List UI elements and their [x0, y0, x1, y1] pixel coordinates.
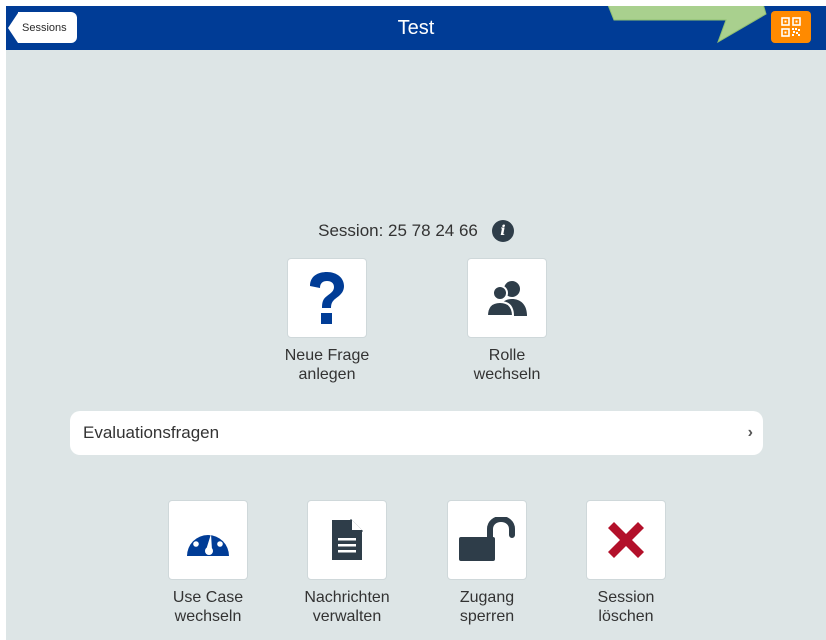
delete-x-icon [608, 522, 644, 558]
evaluation-questions-label: Evaluationsfragen [83, 423, 220, 442]
chevron-right-icon: › [747, 424, 753, 441]
session-info-row: Session: 25 78 24 66 i [6, 220, 826, 242]
delete-session-label-line1: Session [597, 589, 655, 606]
new-question-button[interactable] [287, 258, 367, 338]
delete-session-label: Session löschen [556, 588, 696, 626]
new-question-tile[interactable]: Neue Frage anlegen [285, 258, 369, 384]
use-case-label-line1: Use Case [172, 589, 244, 606]
new-question-label-line2: anlegen [298, 366, 356, 383]
manage-messages-button[interactable] [307, 500, 387, 580]
app-screen: Sessions Test Session: 25 78 24 66 i Neu… [6, 6, 826, 640]
messages-label-line2: verwalten [312, 608, 382, 625]
messages-label-line1: Nachrichten [304, 589, 390, 606]
green-pointer-arrow [607, 6, 767, 44]
switch-role-button[interactable] [467, 258, 547, 338]
messages-label: Nachrichten verwalten [277, 588, 417, 626]
session-id-label: Session: 25 78 24 66 [318, 221, 478, 240]
lock-access-label: Zugang sperren [417, 588, 557, 626]
switch-role-label-line2: wechseln [473, 366, 541, 383]
dashboard-icon [187, 526, 229, 556]
switch-use-case-button[interactable] [168, 500, 248, 580]
qr-code-icon [781, 17, 801, 37]
header-bar: Sessions Test [6, 6, 826, 50]
info-icon[interactable]: i [491, 220, 514, 242]
use-case-label-line2: wechseln [174, 608, 242, 625]
new-question-label-line1: Neue Frage [284, 347, 370, 364]
lock-access-label-line1: Zugang [459, 589, 515, 606]
delete-session-tile[interactable]: Session löschen [586, 500, 666, 626]
users-icon [485, 281, 527, 317]
new-question-label: Neue Frage anlegen [257, 346, 397, 384]
lock-access-label-line2: sperren [459, 608, 515, 625]
qr-code-button[interactable] [771, 11, 811, 43]
switch-role-label-line1: Rolle [488, 347, 526, 364]
document-icon [332, 519, 363, 560]
question-mark-icon [310, 272, 344, 324]
lock-access-button[interactable] [447, 500, 527, 580]
unlock-icon [459, 517, 515, 561]
switch-role-label: Rolle wechseln [437, 346, 577, 384]
delete-session-button[interactable] [586, 500, 666, 580]
use-case-label: Use Case wechseln [138, 588, 278, 626]
use-case-tile[interactable]: Use Case wechseln [168, 500, 248, 626]
lock-access-tile[interactable]: Zugang sperren [447, 500, 527, 626]
switch-role-tile[interactable]: Rolle wechseln [467, 258, 547, 384]
delete-session-label-line2: löschen [598, 608, 654, 625]
messages-tile[interactable]: Nachrichten verwalten [304, 500, 390, 626]
evaluation-questions-row[interactable]: Evaluationsfragen › [70, 411, 763, 455]
